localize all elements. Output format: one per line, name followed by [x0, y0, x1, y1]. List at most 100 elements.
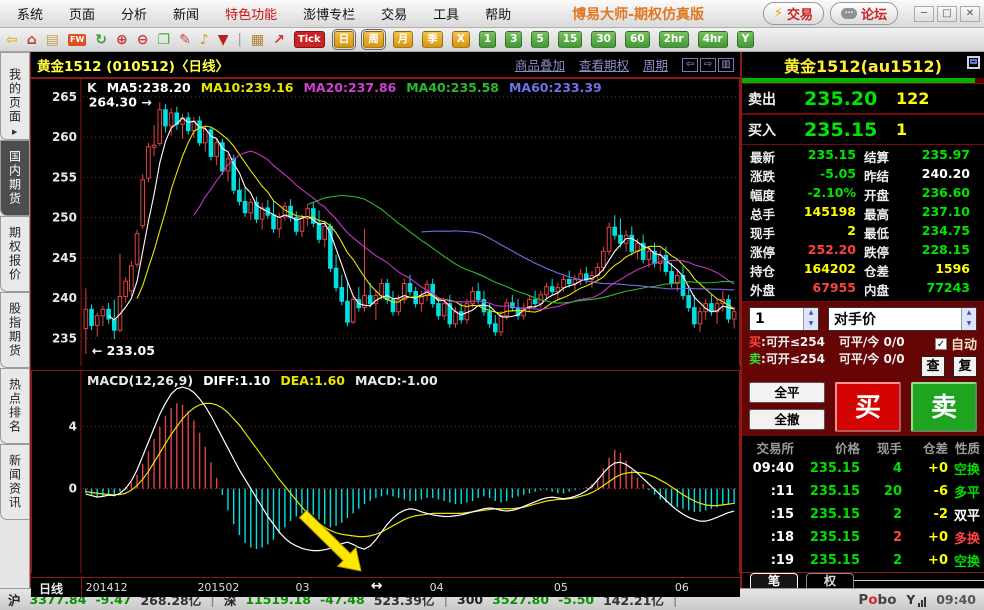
fw-icon[interactable]: FW: [68, 34, 86, 46]
sell-button[interactable]: 卖: [911, 382, 977, 432]
quantity-stepper[interactable]: 1 ▲▼: [749, 307, 819, 331]
chart-link-0[interactable]: 商品叠加: [515, 55, 565, 74]
menu-item-0[interactable]: 系统: [4, 4, 56, 23]
overlay-icon[interactable]: ❐: [158, 33, 171, 47]
menu-item-8[interactable]: 帮助: [472, 4, 524, 23]
cancel-all-button[interactable]: 全撤: [749, 409, 825, 430]
close-button[interactable]: ✕: [960, 6, 980, 22]
trade-list-header: 交易所价格现手仓差性质: [742, 437, 984, 457]
period-button-1[interactable]: 1: [479, 31, 496, 48]
menu-item-6[interactable]: 交易: [368, 4, 420, 23]
period-button-Y[interactable]: Y: [737, 31, 755, 48]
app-title: 博易大师-期权仿真版: [572, 4, 704, 24]
svg-text:0: 0: [69, 482, 77, 496]
period-button-5[interactable]: 5: [531, 31, 548, 48]
tab-ticks[interactable]: 笔: [750, 573, 798, 588]
menu-item-1[interactable]: 页面: [56, 4, 108, 23]
auto-checkbox[interactable]: ✓ 自动: [935, 334, 977, 353]
buy-button[interactable]: 买: [835, 382, 901, 432]
chart-link-2[interactable]: 周期: [643, 55, 668, 74]
close-all-button[interactable]: 全平: [749, 382, 825, 403]
home-icon[interactable]: ⌂: [27, 33, 37, 47]
refresh-icon[interactable]: ↻: [95, 33, 107, 47]
stat-value: 235.97: [904, 147, 978, 166]
buy-limits-info: 买:可开≤254可平/今 0/0: [749, 334, 905, 351]
trade-row-3[interactable]: :18235.152+0多换: [742, 526, 984, 549]
period-button-15[interactable]: 15: [558, 31, 583, 48]
stat-value: 235.15: [790, 147, 864, 166]
trade-row-1[interactable]: :11235.1520-6多平: [742, 480, 984, 503]
period-button-月[interactable]: 月: [393, 31, 414, 48]
stat-label: 总手: [750, 204, 790, 223]
sidebar-item-3[interactable]: 股指期货: [0, 292, 29, 368]
stat-value: 164202: [790, 261, 864, 280]
price-mode-select[interactable]: 对手价 ▲▼: [828, 307, 977, 331]
sidebar-item-0[interactable]: 我的页面▶: [0, 52, 29, 140]
zoom-out-icon[interactable]: ⊖: [137, 33, 149, 47]
menu-item-2[interactable]: 分析: [108, 4, 160, 23]
svg-text:264.30 →: 264.30 →: [89, 95, 152, 110]
stat-value: 1596: [904, 261, 978, 280]
legend-item: MA10:239.16: [201, 80, 294, 95]
period-button-X[interactable]: X: [452, 31, 470, 48]
stat-label: 涨跌: [750, 166, 790, 185]
period-button-3[interactable]: 3: [505, 31, 522, 48]
tab-options[interactable]: 权: [806, 573, 854, 588]
period-button-30[interactable]: 30: [591, 31, 616, 48]
quote-table-icon[interactable]: ▦: [251, 33, 264, 47]
period-button-4hr[interactable]: 4hr: [698, 31, 728, 48]
minimize-button[interactable]: ─: [914, 6, 934, 22]
draw-icon[interactable]: ✎: [179, 33, 191, 47]
trade-cell: 双平: [948, 505, 980, 524]
sidebar-item-1[interactable]: 国内期货: [0, 140, 29, 216]
menu-item-5[interactable]: 澎博专栏: [290, 4, 368, 23]
expand-arrow-icon[interactable]: ▶: [12, 128, 19, 136]
scroll-handle[interactable]: ↔: [371, 578, 383, 594]
select-arrows-icon[interactable]: ▲▼: [961, 308, 976, 330]
split-view-icon[interactable]: ▥: [718, 58, 734, 72]
query-button[interactable]: 查: [921, 356, 945, 377]
sidebar-item-2[interactable]: 期权报价: [0, 216, 29, 292]
report-icon[interactable]: ▤: [46, 33, 59, 47]
signal-icon: Y: [907, 593, 927, 607]
back-icon[interactable]: ⇦: [6, 33, 18, 47]
period-button-季[interactable]: 季: [422, 31, 443, 48]
period-button-2hr[interactable]: 2hr: [659, 31, 689, 48]
period-button-日[interactable]: 日: [334, 31, 355, 48]
stat-value: -2.10%: [790, 185, 864, 204]
chart-link-1[interactable]: 查看期权: [579, 55, 629, 74]
contract-name: 黄金1512(au1512): [784, 53, 942, 77]
maximize-button[interactable]: □: [937, 6, 957, 22]
menu-item-4[interactable]: 特色功能: [212, 4, 290, 23]
alert-icon[interactable]: ♪: [200, 33, 209, 47]
trade-button[interactable]: ⚡ 交易: [763, 2, 824, 25]
sidebar-item-4[interactable]: 热点排名: [0, 368, 29, 444]
stepper-arrows-icon[interactable]: ▲▼: [803, 308, 818, 330]
next-contract-icon[interactable]: ⇨: [700, 58, 716, 72]
menu-item-7[interactable]: 工具: [420, 4, 472, 23]
trade-row-4[interactable]: :19235.152+0空换: [742, 549, 984, 572]
kline-chart[interactable]: 265260255250245240235264.30 →← 233.05: [31, 78, 741, 366]
trade-list: 交易所价格现手仓差性质 09:40235.154+0空换:11235.1520-…: [742, 436, 984, 588]
menu-item-3[interactable]: 新闻: [160, 4, 212, 23]
stat-label: 开盘: [864, 185, 904, 204]
period-button-60[interactable]: 60: [625, 31, 650, 48]
checkbox-icon[interactable]: ✓: [935, 338, 947, 350]
trade-row-2[interactable]: :15235.152-2双平: [742, 503, 984, 526]
tick-period-button[interactable]: Tick: [294, 31, 325, 48]
period-button-周[interactable]: 周: [363, 31, 384, 48]
ask-row[interactable]: 卖出 235.20 122: [742, 83, 984, 114]
macd-chart[interactable]: 40: [31, 371, 741, 573]
filter-icon[interactable]: ▼: [218, 33, 229, 47]
trend-icon[interactable]: ↗: [273, 33, 285, 47]
menu-items: 系统页面分析新闻特色功能澎博专栏交易工具帮助: [4, 4, 524, 23]
trade-row-0[interactable]: 09:40235.154+0空换: [742, 457, 984, 480]
zoom-in-icon[interactable]: ⊕: [116, 33, 128, 47]
prev-contract-icon[interactable]: ⇦: [682, 58, 698, 72]
forum-button[interactable]: ⋯ 论坛: [830, 2, 898, 25]
bid-row[interactable]: 买入 235.15 1: [742, 114, 984, 145]
panel-restore-icon[interactable]: [967, 56, 980, 69]
legend-item: MA5:238.20: [107, 80, 191, 95]
recheck-button[interactable]: 复: [953, 356, 977, 377]
sidebar-item-5[interactable]: 新闻资讯: [0, 444, 29, 520]
